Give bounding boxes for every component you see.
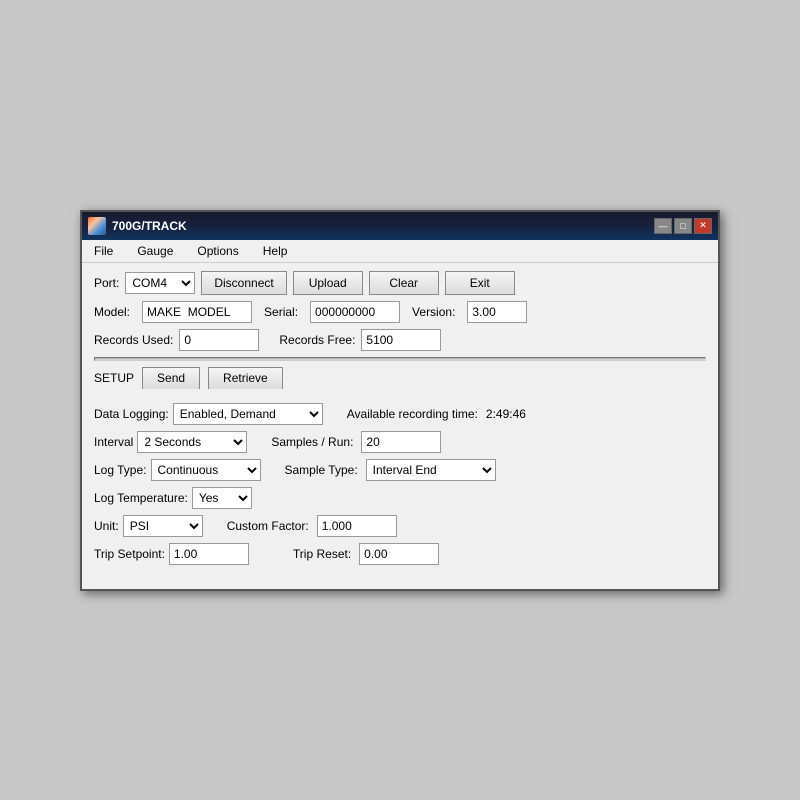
main-content: Port: COM4 COM1 COM2 COM3 Disconnect Upl… xyxy=(82,263,718,589)
retrieve-button[interactable]: Retrieve xyxy=(208,367,283,389)
port-select[interactable]: COM4 COM1 COM2 COM3 xyxy=(125,272,195,294)
records-used-input[interactable] xyxy=(179,329,259,351)
app-icon xyxy=(88,217,106,235)
window-title: 700G/TRACK xyxy=(112,219,187,233)
minimize-button[interactable]: — xyxy=(654,218,672,234)
log-type-label: Log Type: xyxy=(94,463,147,477)
version-input[interactable] xyxy=(467,301,527,323)
available-time-label: Available recording time: xyxy=(347,407,478,421)
clear-button[interactable]: Clear xyxy=(369,271,439,295)
records-free-input[interactable] xyxy=(361,329,441,351)
data-logging-row: Data Logging: Enabled, Demand Enabled, A… xyxy=(94,403,706,425)
interval-label: Interval xyxy=(94,435,133,449)
trip-setpoint-input[interactable] xyxy=(169,543,249,565)
model-label: Model: xyxy=(94,305,130,319)
title-bar-left: 700G/TRACK xyxy=(88,217,187,235)
trip-setpoint-label: Trip Setpoint: xyxy=(94,547,165,561)
menu-bar: File Gauge Options Help xyxy=(82,240,718,263)
serial-input[interactable] xyxy=(310,301,400,323)
log-temp-label: Log Temperature: xyxy=(94,491,188,505)
custom-factor-input[interactable] xyxy=(317,515,397,537)
trip-row: Trip Setpoint: Trip Reset: xyxy=(94,543,706,565)
title-bar-controls: — □ ✕ xyxy=(654,218,712,234)
log-type-row: Log Type: Continuous Snapshot Sample Typ… xyxy=(94,459,706,481)
log-type-select[interactable]: Continuous Snapshot xyxy=(151,459,261,481)
log-temp-row: Log Temperature: Yes No xyxy=(94,487,706,509)
custom-factor-label: Custom Factor: xyxy=(227,519,309,533)
sample-type-label: Sample Type: xyxy=(285,463,358,477)
exit-button[interactable]: Exit xyxy=(445,271,515,295)
samples-run-label: Samples / Run: xyxy=(271,435,353,449)
unit-row: Unit: PSI BAR kPa Custom Factor: xyxy=(94,515,706,537)
top-buttons-row: Port: COM4 COM1 COM2 COM3 Disconnect Upl… xyxy=(94,271,706,295)
setup-label: SETUP xyxy=(94,371,134,385)
setup-header: SETUP Send Retrieve xyxy=(94,367,706,389)
model-input[interactable] xyxy=(142,301,252,323)
records-row: Records Used: Records Free: xyxy=(94,329,706,351)
unit-select[interactable]: PSI BAR kPa xyxy=(123,515,203,537)
setup-fields: Data Logging: Enabled, Demand Enabled, A… xyxy=(94,397,706,577)
available-time-value: 2:49:46 xyxy=(486,407,526,421)
separator xyxy=(94,357,706,361)
records-used-group: Records Used: xyxy=(94,329,259,351)
trip-reset-input[interactable] xyxy=(359,543,439,565)
model-serial-row: Model: Serial: Version: xyxy=(94,301,706,323)
unit-label: Unit: xyxy=(94,519,119,533)
menu-gauge[interactable]: Gauge xyxy=(131,242,179,260)
main-window: 700G/TRACK — □ ✕ File Gauge Options Help… xyxy=(80,210,720,591)
serial-label: Serial: xyxy=(264,305,298,319)
menu-help[interactable]: Help xyxy=(257,242,294,260)
version-label: Version: xyxy=(412,305,455,319)
disconnect-button[interactable]: Disconnect xyxy=(201,271,286,295)
title-bar: 700G/TRACK — □ ✕ xyxy=(82,212,718,240)
send-button[interactable]: Send xyxy=(142,367,200,389)
close-button[interactable]: ✕ xyxy=(694,218,712,234)
records-used-label: Records Used: xyxy=(94,333,173,347)
sample-type-select[interactable]: Interval End Average Peak xyxy=(366,459,496,481)
port-label: Port: xyxy=(94,276,119,290)
data-logging-select[interactable]: Enabled, Demand Enabled, Auto Disabled xyxy=(173,403,323,425)
data-logging-label: Data Logging: xyxy=(94,407,169,421)
records-free-group: Records Free: xyxy=(279,329,441,351)
upload-button[interactable]: Upload xyxy=(293,271,363,295)
samples-run-input[interactable] xyxy=(361,431,441,453)
interval-row: Interval 2 Seconds 1 Second 5 Seconds 10… xyxy=(94,431,706,453)
menu-file[interactable]: File xyxy=(88,242,119,260)
interval-select[interactable]: 2 Seconds 1 Second 5 Seconds 10 Seconds xyxy=(137,431,247,453)
trip-reset-label: Trip Reset: xyxy=(293,547,351,561)
menu-options[interactable]: Options xyxy=(191,242,244,260)
records-free-label: Records Free: xyxy=(279,333,355,347)
maximize-button[interactable]: □ xyxy=(674,218,692,234)
log-temp-select[interactable]: Yes No xyxy=(192,487,252,509)
